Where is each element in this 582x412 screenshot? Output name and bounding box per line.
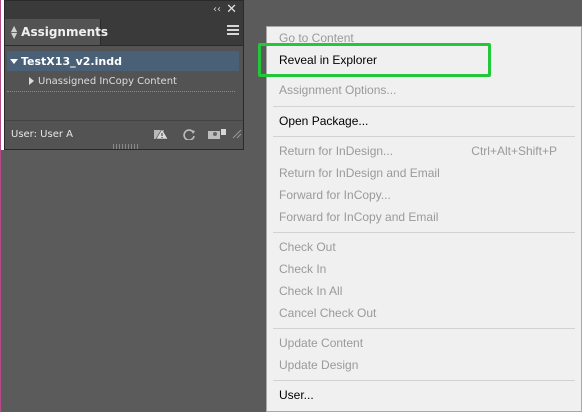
menu-separator xyxy=(273,328,575,329)
new-assignment-icon[interactable] xyxy=(207,128,227,140)
panel-top-bar: ‹‹ ✕ xyxy=(5,1,243,19)
tab-sort-arrows-icon: ▲ ▼ xyxy=(11,24,18,40)
panel-menu-icon[interactable] xyxy=(227,25,239,37)
panel-footer: User: User A xyxy=(5,120,243,149)
menu-item-check-out[interactable]: Check Out xyxy=(279,237,571,257)
assignments-panel: ‹‹ ✕ ▲ ▼ Assignments TestX13_v2.indd Unas… xyxy=(4,0,244,150)
list-item-unassigned[interactable]: Unassigned InCopy Content xyxy=(7,71,235,92)
user-label: User: User A xyxy=(11,129,73,140)
list-item-document[interactable]: TestX13_v2.indd xyxy=(7,51,239,71)
assignment-status-icon[interactable] xyxy=(153,128,169,140)
reveal-highlight-annotation xyxy=(258,43,491,77)
menu-item-cancel-check-out[interactable]: Cancel Check Out xyxy=(279,303,571,323)
menu-item-update-content[interactable]: Update Content xyxy=(279,333,571,353)
menu-item-update-design[interactable]: Update Design xyxy=(279,355,571,375)
menu-separator xyxy=(273,106,575,107)
panel-resize-handle[interactable] xyxy=(113,144,139,149)
menu-item-forward-for-incopy-email[interactable]: Forward for InCopy and Email xyxy=(279,207,571,227)
tab-assignments[interactable]: ▲ ▼ Assignments xyxy=(5,19,108,45)
menu-item-user[interactable]: User... xyxy=(279,385,571,405)
menu-item-return-for-indesign-email[interactable]: Return for InDesign and Email xyxy=(279,163,571,183)
menu-item-check-in-all[interactable]: Check In All xyxy=(279,281,571,301)
menu-item-open-package[interactable]: Open Package... xyxy=(279,111,571,131)
unassigned-label: Unassigned InCopy Content xyxy=(38,75,177,87)
document-guide-line xyxy=(0,0,1,412)
update-icon[interactable] xyxy=(181,128,197,140)
menu-separator xyxy=(273,380,575,381)
panel-tab-bar: ▲ ▼ Assignments xyxy=(5,19,243,46)
menu-item-forward-for-incopy[interactable]: Forward for InCopy... xyxy=(279,185,571,205)
context-menu: Go to Content Reveal in Explorer Assignm… xyxy=(266,26,582,412)
close-panel-icon[interactable]: ✕ xyxy=(226,2,237,17)
menu-separator xyxy=(273,136,575,137)
menu-separator xyxy=(273,232,575,233)
expand-down-icon[interactable] xyxy=(10,58,18,64)
menu-item-return-for-indesign[interactable]: Return for InDesign... Ctrl+Alt+Shift+P xyxy=(279,141,571,161)
collapse-panel-icon[interactable]: ‹‹ xyxy=(213,4,221,15)
shortcut-label: Ctrl+Alt+Shift+P xyxy=(471,144,557,158)
menu-item-check-in[interactable]: Check In xyxy=(279,259,571,279)
expand-right-icon[interactable] xyxy=(29,77,34,85)
document-name: TestX13_v2.indd xyxy=(21,54,122,68)
resize-grip-icon[interactable] xyxy=(231,128,243,140)
tab-assignments-label: Assignments xyxy=(21,25,109,39)
menu-item-return-for-indesign-label: Return for InDesign... xyxy=(279,144,394,158)
menu-item-assignment-options[interactable]: Assignment Options... xyxy=(279,80,571,100)
assignments-list: TestX13_v2.indd Unassigned InCopy Conten… xyxy=(5,47,243,119)
